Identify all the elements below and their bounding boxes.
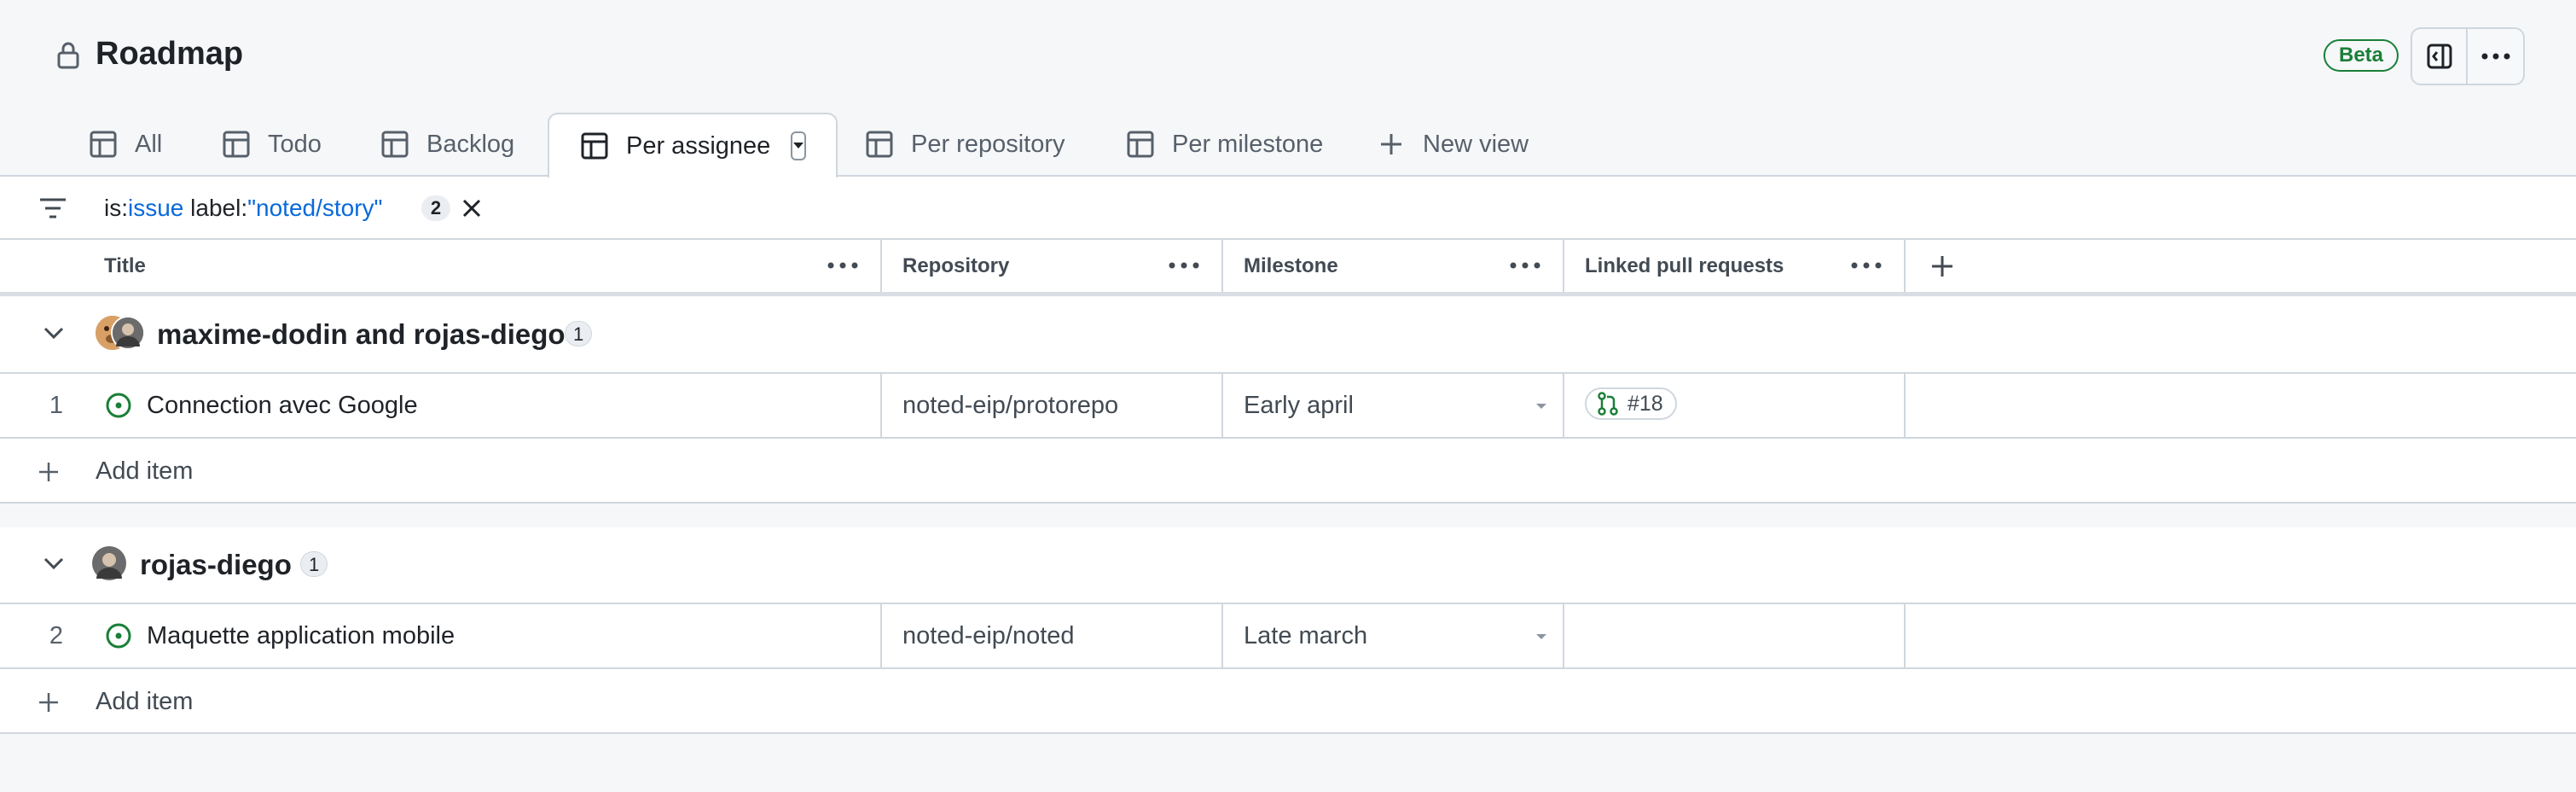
pull-request-icon xyxy=(1597,392,1627,416)
header-actions xyxy=(2411,27,2525,85)
tab-new-view[interactable]: New view xyxy=(1346,113,1559,176)
filter-keyword: label: xyxy=(183,195,248,221)
group-count: 1 xyxy=(300,551,328,577)
table-row[interactable]: 1 Connection avec Google noted-eip/proto… xyxy=(0,374,2576,439)
column-label: Milestone xyxy=(1244,254,1338,277)
filter-bar: is:issue label:"noted/story" 2 xyxy=(0,175,2576,240)
title-cell[interactable]: 2 Maquette application mobile xyxy=(0,604,882,667)
issue-title-link[interactable]: Maquette application mobile xyxy=(147,604,455,667)
filter-result-count: 2 xyxy=(421,195,450,221)
row-number: 1 xyxy=(49,392,64,419)
column-menu-icon[interactable] xyxy=(1169,262,1199,269)
column-menu-icon[interactable] xyxy=(827,262,858,269)
table-header: Title Repository Milestone Linked pull r… xyxy=(0,240,2576,296)
group-header: maxime-dodin and rojas-diego 1 xyxy=(0,297,2576,374)
row-number: 2 xyxy=(49,622,64,649)
tab-per-repository[interactable]: Per repository xyxy=(834,113,1096,176)
add-item-row[interactable]: Add item xyxy=(0,669,2576,734)
avatar xyxy=(92,546,126,580)
group-count: 1 xyxy=(565,321,593,346)
tab-per-milestone[interactable]: Per milestone xyxy=(1095,113,1354,176)
beta-badge: Beta xyxy=(2324,39,2399,72)
table-icon xyxy=(865,130,894,159)
group-name: maxime-dodin and rojas-diego xyxy=(157,318,566,350)
more-options-button[interactable] xyxy=(2468,29,2523,84)
tab-label: All xyxy=(135,130,163,158)
group-name: rojas-diego xyxy=(140,549,292,580)
plus-icon xyxy=(1377,130,1406,159)
close-icon xyxy=(461,197,483,219)
tab-label: New view xyxy=(1423,130,1529,158)
tab-label: Per milestone xyxy=(1172,130,1324,158)
lock-icon xyxy=(56,41,80,70)
table-icon xyxy=(1126,130,1155,159)
plus-icon xyxy=(38,461,60,483)
sidebar-collapse-icon xyxy=(2426,43,2453,70)
avatar xyxy=(111,316,145,350)
add-column-button[interactable] xyxy=(1929,253,1955,279)
filter-value: issue xyxy=(128,195,184,221)
filter-keyword: is: xyxy=(104,195,128,221)
title-cell[interactable]: 1 Connection avec Google xyxy=(0,374,882,437)
table-icon xyxy=(222,130,251,159)
milestone-cell[interactable]: Late march xyxy=(1223,604,1564,667)
column-label: Repository xyxy=(902,254,1010,277)
table-icon xyxy=(89,130,118,159)
linked-pr-cell[interactable] xyxy=(1564,604,1906,667)
pull-request-chip[interactable]: #18 xyxy=(1585,387,1677,420)
issue-title-link[interactable]: Connection avec Google xyxy=(147,374,418,437)
table-icon xyxy=(580,131,609,160)
kebab-icon xyxy=(2480,52,2511,61)
open-issue-icon xyxy=(104,621,133,650)
milestone-value: Early april xyxy=(1244,392,1354,419)
caret-down-icon xyxy=(1535,403,1547,410)
add-item-label: Add item xyxy=(96,688,194,715)
column-header-linked-pull-requests[interactable]: Linked pull requests xyxy=(1564,240,1906,292)
column-label: Title xyxy=(104,254,146,277)
column-menu-icon[interactable] xyxy=(1510,262,1540,269)
caret-down-icon xyxy=(792,142,804,150)
add-item-label: Add item xyxy=(96,457,194,485)
milestone-cell[interactable]: Early april xyxy=(1223,374,1564,437)
tab-label: Backlog xyxy=(426,130,515,158)
chevron-down-icon[interactable] xyxy=(43,326,65,340)
column-header-milestone[interactable]: Milestone xyxy=(1223,240,1564,292)
tab-all[interactable]: All xyxy=(58,113,193,176)
filter-icon[interactable] xyxy=(38,195,68,221)
plus-icon xyxy=(38,691,60,713)
repository-cell[interactable]: noted-eip/noted xyxy=(882,604,1223,667)
add-item-row[interactable]: Add item xyxy=(0,439,2576,504)
tab-backlog[interactable]: Backlog xyxy=(350,113,545,176)
column-label: Linked pull requests xyxy=(1585,254,1784,277)
caret-down-icon xyxy=(1535,633,1547,640)
chevron-down-icon[interactable] xyxy=(43,556,65,570)
filter-input[interactable]: is:issue label:"noted/story" xyxy=(104,194,383,223)
repository-cell[interactable]: noted-eip/protorepo xyxy=(882,374,1223,437)
milestone-value: Late march xyxy=(1244,622,1368,649)
table-icon xyxy=(380,130,409,159)
column-menu-icon[interactable] xyxy=(1851,262,1882,269)
plus-icon xyxy=(1929,253,1955,279)
column-header-repository[interactable]: Repository xyxy=(882,240,1223,292)
clear-filter-button[interactable] xyxy=(461,197,483,219)
pull-request-number: #18 xyxy=(1627,392,1663,416)
group-header: rojas-diego 1 xyxy=(0,527,2576,604)
tab-per-assignee[interactable]: Per assignee xyxy=(548,113,838,178)
column-header-title[interactable]: Title xyxy=(0,240,882,292)
tab-label: Per repository xyxy=(911,130,1065,158)
table-row[interactable]: 2 Maquette application mobile noted-eip/… xyxy=(0,604,2576,669)
sidebar-toggle-button[interactable] xyxy=(2412,29,2469,84)
linked-pr-cell[interactable]: #18 xyxy=(1564,374,1906,437)
tab-label: Todo xyxy=(268,130,322,158)
page-title: Roadmap xyxy=(96,36,244,72)
open-issue-icon xyxy=(104,391,133,420)
project-header: Roadmap Beta xyxy=(0,0,2576,113)
view-options-button[interactable] xyxy=(791,131,807,160)
tab-todo[interactable]: Todo xyxy=(191,113,352,176)
filter-value: "noted/story" xyxy=(247,195,383,221)
tab-label: Per assignee xyxy=(626,131,771,160)
